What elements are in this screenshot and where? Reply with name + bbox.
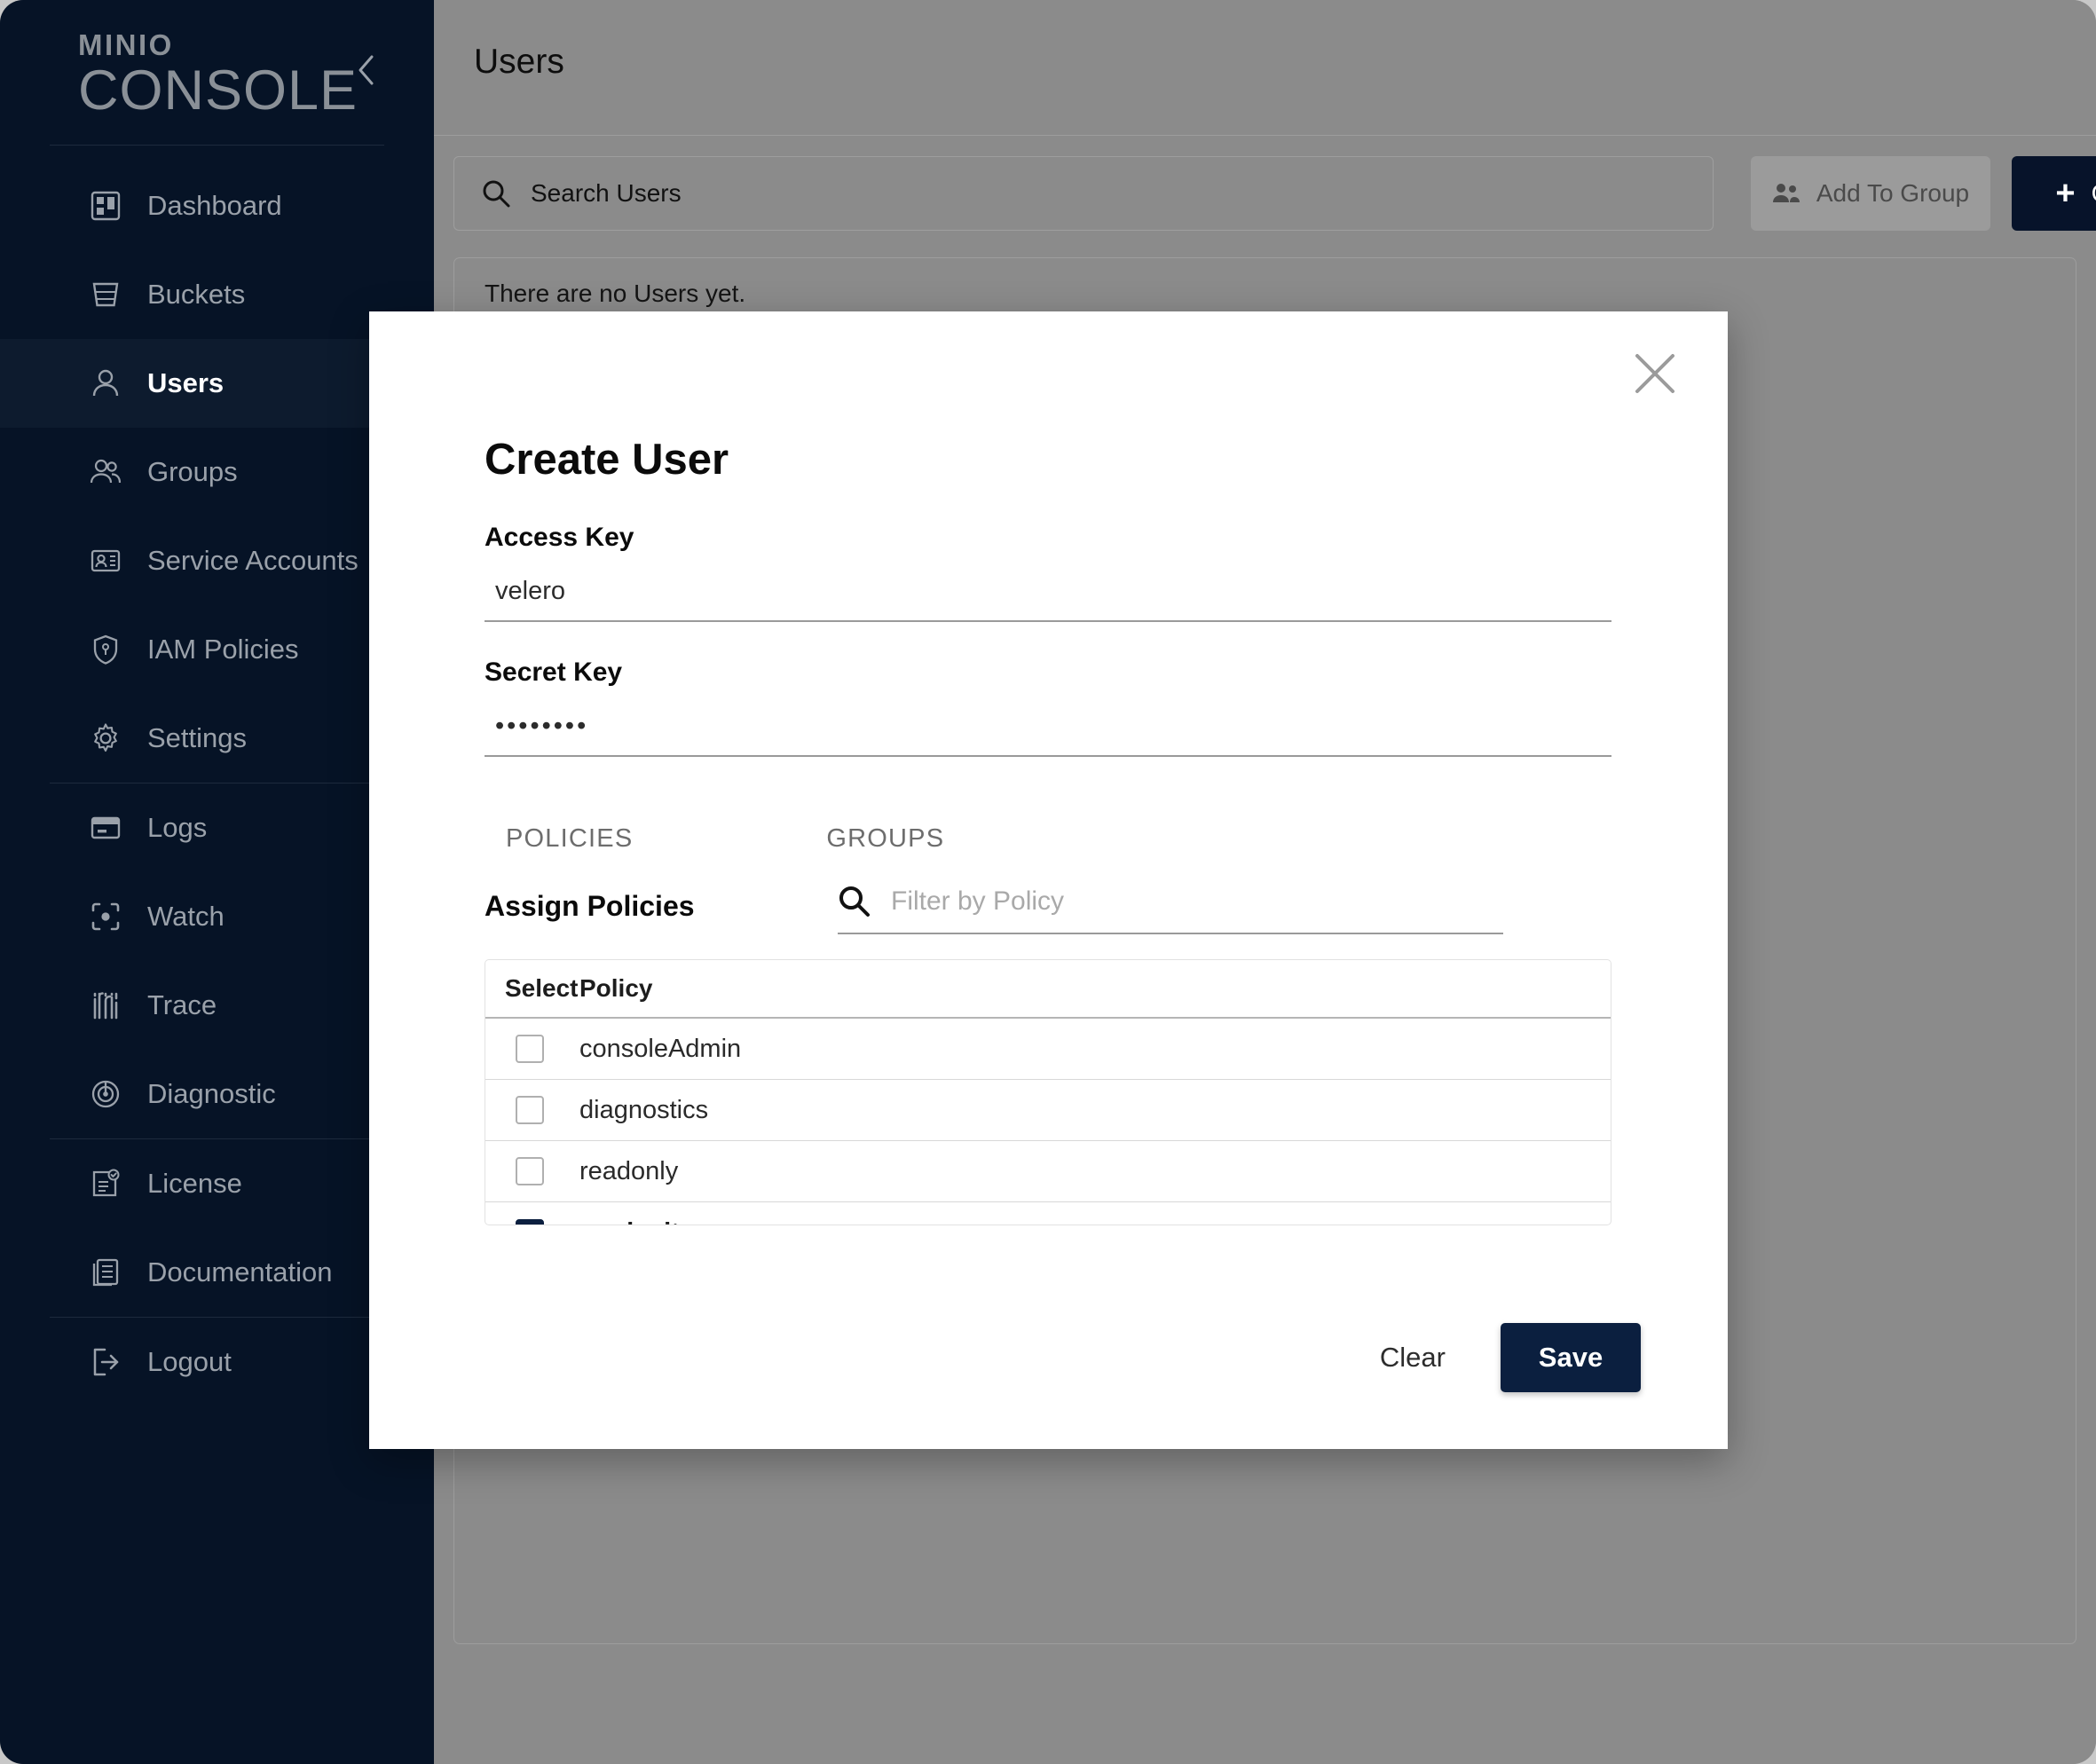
trace-icon xyxy=(87,987,124,1024)
sidebar-logo: MINIO CONSOLE xyxy=(0,0,434,120)
search-icon xyxy=(481,178,511,209)
sidebar-item-label: Service Accounts xyxy=(147,545,359,577)
policy-name: readwrite xyxy=(574,1218,694,1225)
user-icon xyxy=(87,365,124,402)
empty-users-message: There are no Users yet. xyxy=(485,280,746,307)
policy-row[interactable]: readwrite xyxy=(485,1202,1611,1225)
plus-icon: + xyxy=(2055,174,2076,212)
policy-select-cell xyxy=(505,1157,574,1185)
search-users-placeholder: Search Users xyxy=(531,179,682,207)
sidebar-item-label: Diagnostic xyxy=(147,1078,276,1110)
policy-filter-placeholder: Filter by Policy xyxy=(891,886,1065,916)
documentation-icon xyxy=(87,1254,124,1291)
header-divider xyxy=(434,135,2096,136)
group-add-icon xyxy=(1772,181,1801,206)
policy-select-cell xyxy=(505,1096,574,1124)
gear-icon xyxy=(87,720,124,757)
shield-lock-icon xyxy=(87,631,124,668)
dialog-tabs: POLICIES GROUPS xyxy=(485,824,965,854)
secret-key-label: Secret Key xyxy=(485,658,623,687)
sidebar-item-label: Users xyxy=(147,367,225,399)
add-to-group-label: Add To Group xyxy=(1816,179,1970,207)
policy-row[interactable]: readonly xyxy=(485,1141,1611,1202)
page-title: Users xyxy=(474,43,564,81)
sidebar-item-label: Logout xyxy=(147,1346,232,1378)
policy-filter-field[interactable]: Filter by Policy xyxy=(838,870,1503,934)
clear-button[interactable]: Clear xyxy=(1380,1342,1446,1374)
tab-policies[interactable]: POLICIES xyxy=(485,824,654,854)
column-header-policy: Policy xyxy=(579,974,653,1002)
license-icon xyxy=(87,1165,124,1202)
secret-key-input[interactable] xyxy=(485,697,1611,757)
assign-policies-label: Assign Policies xyxy=(485,890,695,922)
sidebar-item-label: Buckets xyxy=(147,279,246,311)
create-user-dialog: Create User Access Key Secret Key POLICI… xyxy=(369,311,1728,1449)
users-toolbar: Search Users Add To Group + Create User xyxy=(453,156,2096,231)
close-icon[interactable] xyxy=(1623,342,1687,406)
users-group-icon xyxy=(87,453,124,491)
policy-row[interactable]: diagnostics xyxy=(485,1080,1611,1141)
id-card-icon xyxy=(87,542,124,579)
policy-table-body: consoleAdmin diagnostics readonly readwrite xyxy=(485,1019,1611,1225)
sidebar-item-dashboard[interactable]: Dashboard xyxy=(0,161,434,250)
logs-icon xyxy=(87,809,124,847)
policy-checkbox[interactable] xyxy=(516,1157,544,1185)
create-user-button[interactable]: + Create User xyxy=(2012,156,2096,231)
access-key-label: Access Key xyxy=(485,523,634,552)
chevron-left-icon[interactable] xyxy=(348,51,385,89)
save-button[interactable]: Save xyxy=(1501,1323,1641,1392)
diagnostic-icon xyxy=(87,1075,124,1113)
policy-checkbox[interactable] xyxy=(516,1096,544,1124)
add-to-group-button[interactable]: Add To Group xyxy=(1751,156,1990,231)
create-user-label: Create User xyxy=(2092,179,2096,208)
sidebar-item-label: Dashboard xyxy=(147,190,282,222)
policy-table-header: Select Policy xyxy=(485,960,1611,1019)
policy-table: Select Policy consoleAdmin diagnostics rea… xyxy=(485,959,1611,1225)
policy-row[interactable]: consoleAdmin xyxy=(485,1019,1611,1080)
policy-checkbox[interactable] xyxy=(516,1218,544,1225)
tab-groups[interactable]: GROUPS xyxy=(805,824,965,854)
sidebar-item-label: Trace xyxy=(147,989,217,1021)
search-users-field[interactable]: Search Users xyxy=(453,156,1714,231)
sidebar-item-label: Watch xyxy=(147,901,225,933)
sidebar-item-label: Groups xyxy=(147,456,238,488)
access-key-input[interactable] xyxy=(485,562,1611,622)
policy-select-cell xyxy=(505,1035,574,1063)
sidebar-item-label: License xyxy=(147,1168,242,1200)
search-icon xyxy=(838,885,871,918)
policy-name: diagnostics xyxy=(579,1095,709,1124)
dashboard-icon xyxy=(87,187,124,224)
sidebar-item-label: IAM Policies xyxy=(147,634,299,665)
sidebar-item-label: Settings xyxy=(147,722,248,754)
policy-select-cell xyxy=(505,1218,574,1225)
app-window: MINIO CONSOLE Dashboard Buckets Users Group… xyxy=(0,0,2096,1764)
dialog-title: Create User xyxy=(485,436,729,484)
watch-icon xyxy=(87,898,124,935)
sidebar-item-label: Logs xyxy=(147,812,208,844)
column-header-select: Select xyxy=(505,974,579,1002)
logout-icon xyxy=(87,1343,124,1381)
policy-name: readonly xyxy=(579,1156,679,1185)
policy-checkbox[interactable] xyxy=(516,1035,544,1063)
dialog-footer: Clear Save xyxy=(1380,1323,1641,1392)
bucket-icon xyxy=(87,276,124,313)
policy-name: consoleAdmin xyxy=(579,1034,742,1063)
sidebar-item-label: Documentation xyxy=(147,1256,333,1288)
